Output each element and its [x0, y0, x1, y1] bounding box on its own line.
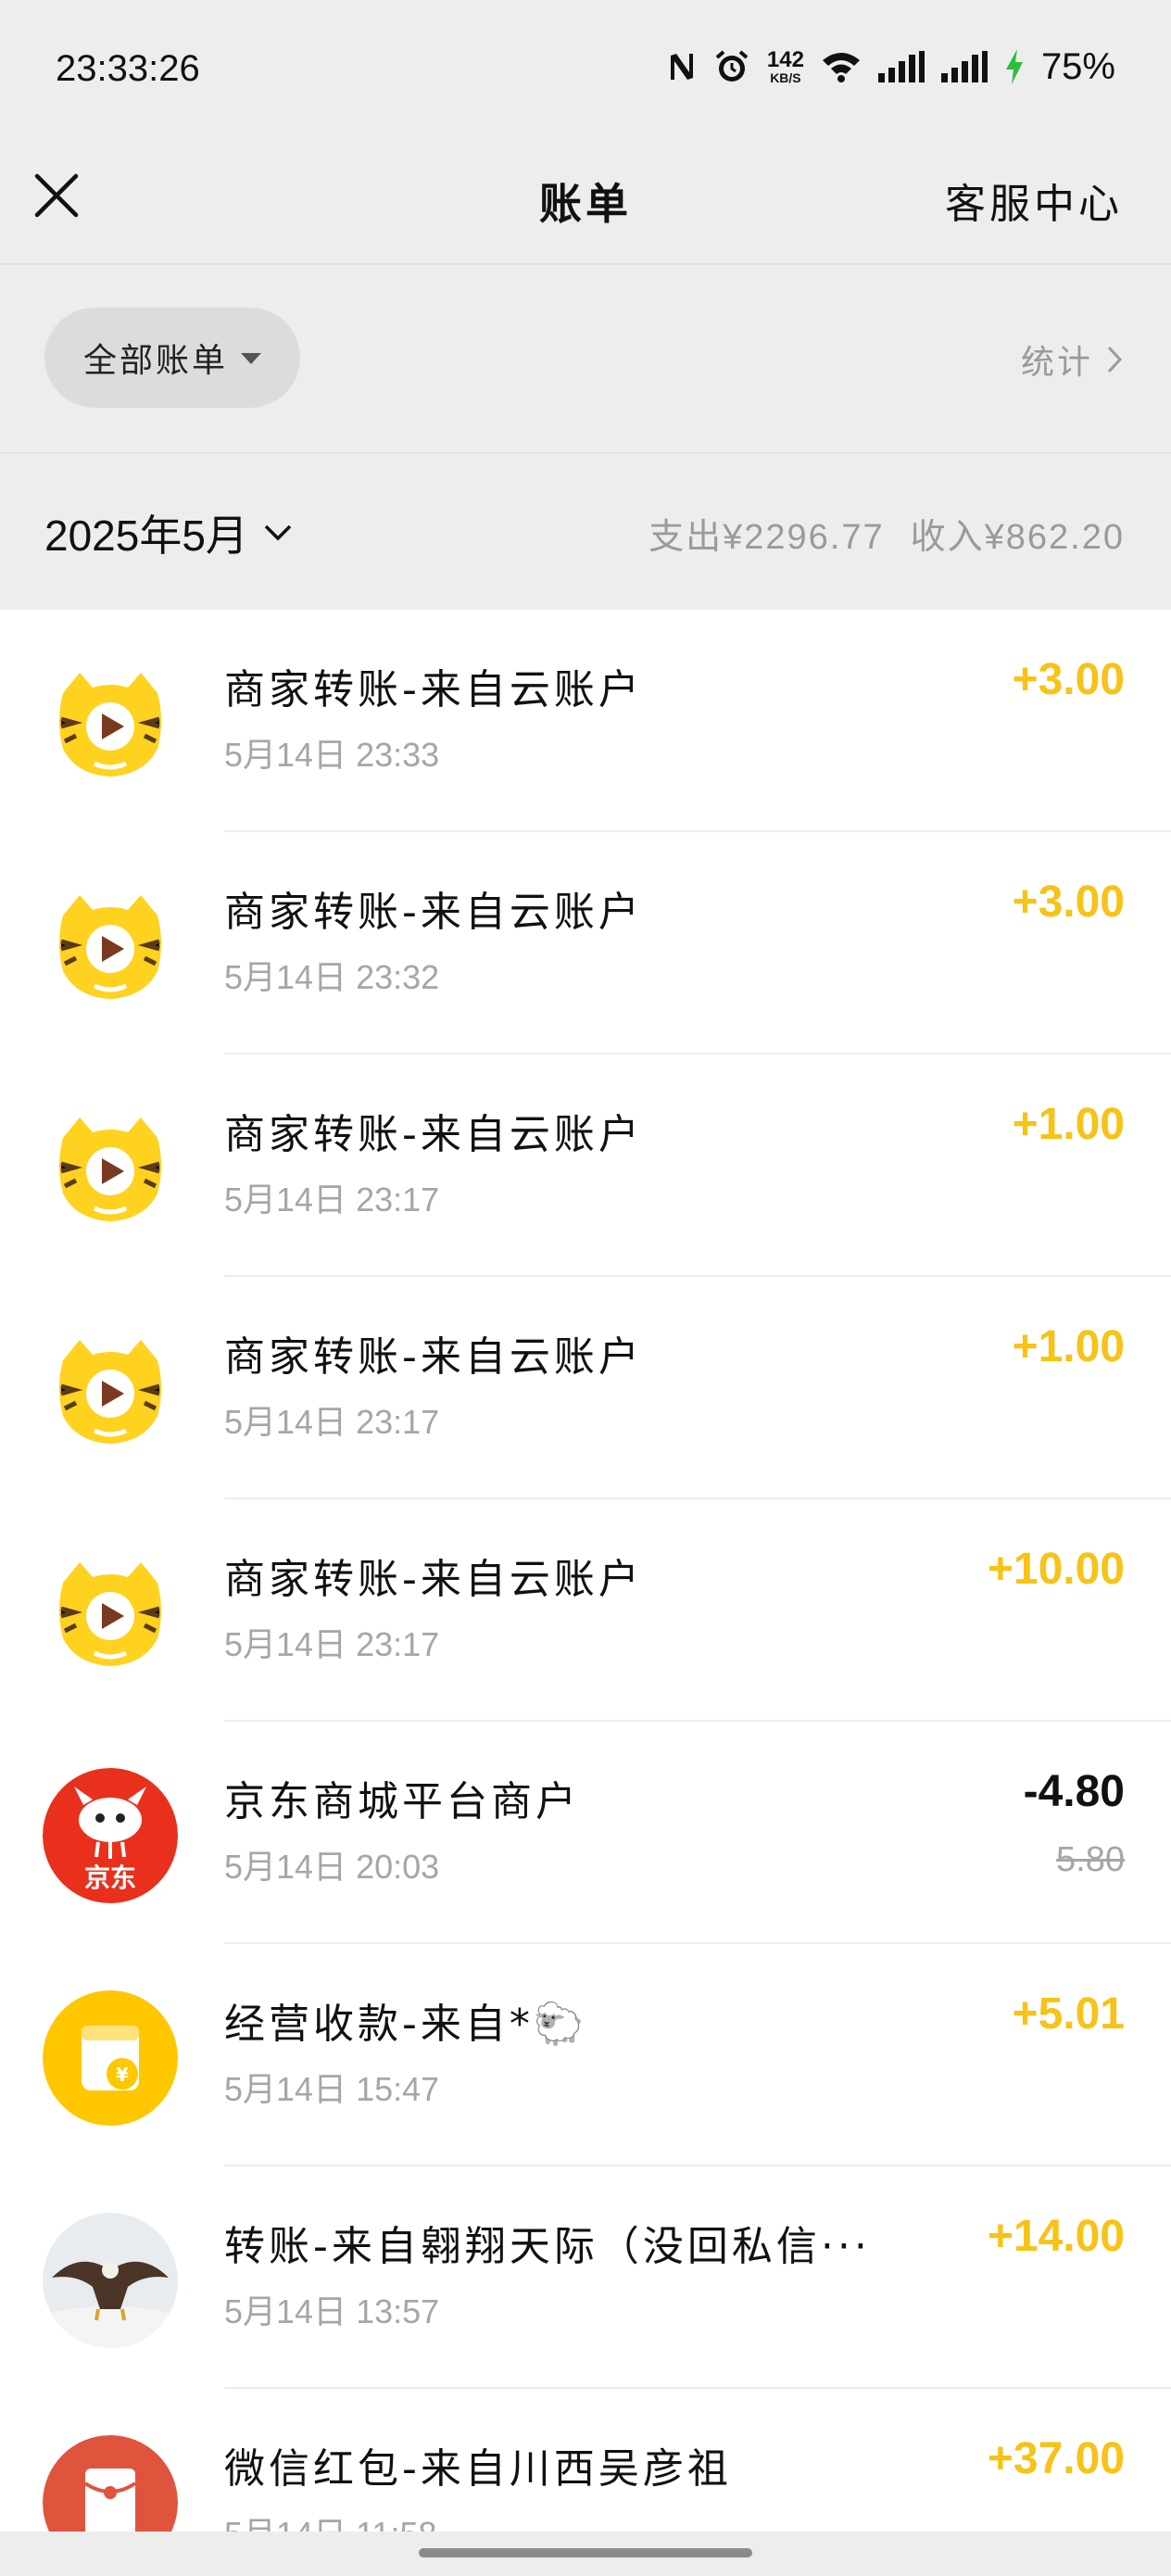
transaction-row[interactable]: ¥ 经营收款-来自*🐑 5月14日 15:47 +5.01 [0, 1944, 1171, 2166]
transaction-row[interactable]: 商家转账-来自云账户 5月14日 23:17 +1.00 [0, 1277, 1171, 1499]
net-speed: 142 KB/S [766, 47, 804, 85]
nav-bar: 账单 客服中心 [0, 139, 1171, 265]
transaction-title: 转账-来自翱翔天际（没回私信··· [224, 2223, 871, 2270]
red-packet-avatar [43, 2435, 178, 2532]
transaction-time: 5月14日 23:33 [224, 736, 440, 774]
signal-icon [877, 51, 925, 82]
customer-service-link[interactable]: 客服中心 [945, 170, 1123, 230]
transaction-time: 5月14日 11:58 [224, 2507, 436, 2532]
transaction-amount: +3.00 [1012, 878, 1125, 927]
battery-level: 75% [1040, 45, 1115, 87]
eagle-photo-avatar [43, 2213, 178, 2348]
home-indicator[interactable] [419, 2548, 752, 2557]
alarm-icon [713, 48, 750, 85]
all-bills-filter-button[interactable]: 全部账单 [44, 308, 300, 408]
month-bar: 2025年5月 支出¥2296.77 收入¥862.20 [0, 454, 1171, 610]
transaction-row[interactable]: 商家转账-来自云账户 5月14日 23:17 +1.00 [0, 1054, 1171, 1277]
caret-down-icon [241, 353, 261, 364]
transaction-list: 商家转账-来自云账户 5月14日 23:33 +3.00 商家转账-来自云账户 … [0, 610, 1171, 2532]
all-bills-label: 全部账单 [82, 342, 228, 380]
transaction-amount: -4.80 [1023, 1767, 1125, 1816]
transaction-title: 商家转账-来自云账户 [224, 1556, 643, 1603]
transaction-title: 商家转账-来自云账户 [224, 1111, 643, 1158]
transaction-time: 5月14日 23:17 [224, 1181, 440, 1219]
transaction-time: 5月14日 15:47 [224, 2070, 440, 2108]
merchant-store-avatar: ¥ [43, 1990, 178, 2126]
transaction-amount: +1.00 [1012, 1100, 1125, 1149]
month-summary: 支出¥2296.77 收入¥862.20 [648, 508, 1125, 559]
transaction-amount: +5.01 [1012, 1989, 1125, 2039]
transaction-time: 5月14日 20:03 [224, 1848, 440, 1886]
transaction-amount: +37.00 [987, 2434, 1125, 2483]
transaction-amount: +3.00 [1012, 655, 1125, 704]
status-bar: 23:33:26 142 KB/S 75% [0, 0, 1171, 139]
nfc-icon [667, 50, 697, 83]
transaction-title: 商家转账-来自云账户 [224, 889, 643, 936]
transaction-time: 5月14日 23:32 [224, 958, 440, 996]
signal-icon [940, 51, 988, 82]
jd-logo-avatar: 京东 [43, 1768, 178, 1903]
transaction-row[interactable]: 商家转账-来自云账户 5月14日 23:17 +10.00 [0, 1499, 1171, 1722]
transaction-row[interactable]: 转账-来自翱翔天际（没回私信··· 5月14日 13:57 +14.00 [0, 2166, 1171, 2389]
tiger-video-avatar [43, 656, 178, 791]
tiger-video-avatar [43, 878, 178, 1014]
chevron-right-icon [1107, 346, 1123, 373]
svg-text:京东: 京东 [84, 1863, 136, 1893]
month-label: 2025年5月 [44, 511, 248, 560]
transaction-row[interactable]: 商家转账-来自云账户 5月14日 23:33 +3.00 [0, 610, 1171, 832]
month-income: 收入¥862.20 [910, 518, 1125, 557]
transaction-title: 京东商城平台商户 [224, 1778, 580, 1825]
transaction-title: 经营收款-来自*🐑 [224, 2001, 588, 2048]
stats-label: 统计 [1020, 344, 1093, 382]
transaction-time: 5月14日 23:17 [224, 1625, 440, 1663]
transaction-amount: +1.00 [1012, 1322, 1125, 1371]
transaction-amount: +10.00 [987, 1545, 1125, 1594]
month-selector[interactable]: 2025年5月 [44, 502, 293, 563]
stats-link[interactable]: 统计 [1021, 335, 1123, 384]
transaction-row[interactable]: 微信红包-来自川西吴彦祖 5月14日 11:58 +37.00 [0, 2389, 1171, 2532]
tiger-video-avatar [43, 1546, 178, 1681]
svg-text:¥: ¥ [116, 2064, 129, 2086]
month-expense: 支出¥2296.77 [648, 518, 885, 557]
transaction-row[interactable]: 商家转账-来自云账户 5月14日 23:32 +3.00 [0, 832, 1171, 1054]
charging-icon [1004, 49, 1025, 84]
filter-bar: 全部账单 统计 [0, 265, 1171, 454]
tiger-video-avatar [43, 1323, 178, 1458]
transaction-row[interactable]: 京东 京东商城平台商户 5月14日 20:03 -4.80 5.80 [0, 1722, 1171, 1944]
transaction-amount: +14.00 [987, 2212, 1125, 2261]
status-time: 23:33:26 [56, 48, 200, 89]
tiger-video-avatar [43, 1101, 178, 1236]
transaction-time: 5月14日 13:57 [224, 2292, 440, 2330]
original-amount: 5.80 [1056, 1840, 1125, 1879]
transaction-time: 5月14日 23:17 [224, 1403, 440, 1441]
transaction-title: 微信红包-来自川西吴彦祖 [224, 2445, 732, 2493]
transaction-title: 商家转账-来自云账户 [224, 1333, 643, 1381]
wifi-icon [821, 51, 862, 82]
transaction-title: 商家转账-来自云账户 [224, 666, 643, 713]
system-nav-bar [0, 2532, 1171, 2576]
chevron-down-icon [264, 524, 292, 541]
status-icons: 142 KB/S 75% [667, 44, 1115, 89]
